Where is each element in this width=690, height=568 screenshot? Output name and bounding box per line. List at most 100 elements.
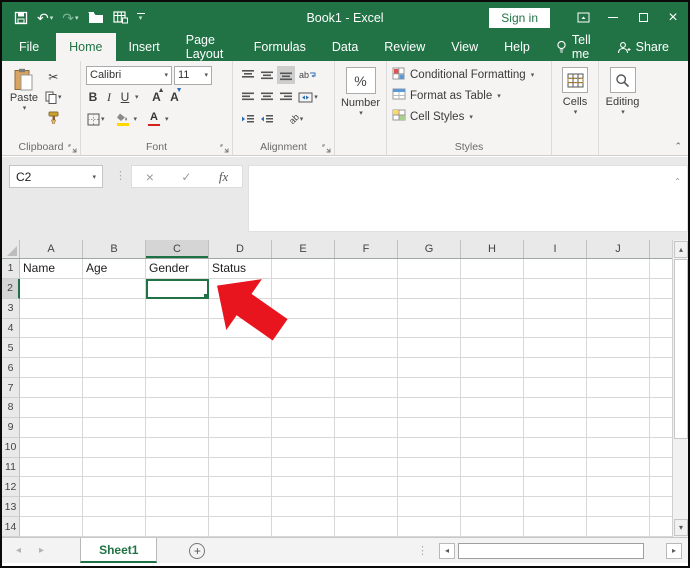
- row-header-12[interactable]: 12: [2, 477, 20, 498]
- paste-button[interactable]: Paste ▾: [4, 64, 44, 140]
- cell-D11[interactable]: [209, 457, 272, 478]
- cell-partial-9[interactable]: [650, 418, 674, 438]
- column-header-D[interactable]: D: [209, 240, 272, 258]
- cell-partial-2[interactable]: [650, 279, 674, 299]
- cell-partial-7[interactable]: [650, 378, 674, 399]
- cell-I14[interactable]: [524, 517, 587, 538]
- cell-partial-10[interactable]: [650, 438, 674, 458]
- cell-H1[interactable]: [461, 259, 524, 279]
- cell-J4[interactable]: [587, 318, 650, 339]
- cell-J13[interactable]: [587, 497, 650, 518]
- column-header-I[interactable]: I: [524, 240, 587, 258]
- tab-data[interactable]: Data: [319, 33, 371, 61]
- tab-home[interactable]: Home: [56, 33, 116, 61]
- cell-G7[interactable]: [398, 378, 461, 399]
- cell-styles-button[interactable]: Cell Styles ▾: [392, 106, 549, 127]
- cell-A13[interactable]: [20, 497, 83, 518]
- increase-indent-button[interactable]: [258, 110, 276, 128]
- cell-B9[interactable]: [83, 417, 146, 438]
- cell-H8[interactable]: [461, 398, 524, 418]
- copy-button[interactable]: ▾: [44, 89, 63, 105]
- cell-B3[interactable]: [83, 298, 146, 319]
- cell-F13[interactable]: [335, 497, 398, 518]
- tab-insert[interactable]: Insert: [116, 33, 173, 61]
- middle-align-button[interactable]: [258, 66, 276, 84]
- orientation-button[interactable]: ab ▾: [283, 110, 309, 128]
- protect-workbook-button[interactable]: [112, 11, 128, 24]
- cell-J6[interactable]: [587, 358, 650, 379]
- tab-review[interactable]: Review: [371, 33, 438, 61]
- increase-font-button[interactable]: A ▲: [149, 87, 164, 105]
- cell-H14[interactable]: [461, 517, 524, 538]
- scroll-up-button[interactable]: ▴: [674, 241, 688, 258]
- cell-C11[interactable]: [146, 457, 209, 478]
- column-header-G[interactable]: G: [398, 240, 461, 258]
- vertical-scroll-thumb[interactable]: [674, 259, 688, 439]
- cell-C1[interactable]: Gender: [146, 259, 209, 279]
- row-header-2[interactable]: 2: [2, 278, 20, 299]
- cell-F1[interactable]: [335, 259, 398, 279]
- cell-H5[interactable]: [461, 338, 524, 359]
- cell-B8[interactable]: [83, 398, 146, 418]
- cell-I13[interactable]: [524, 497, 587, 518]
- cell-H10[interactable]: [461, 437, 524, 458]
- cell-F8[interactable]: [335, 398, 398, 418]
- cell-E9[interactable]: [272, 417, 335, 438]
- vertical-scrollbar[interactable]: ▴ ▾: [672, 240, 688, 537]
- cell-D14[interactable]: [209, 517, 272, 538]
- column-header-F[interactable]: F: [335, 240, 398, 258]
- cell-I1[interactable]: [524, 259, 587, 279]
- row-header-9[interactable]: 9: [2, 417, 20, 438]
- collapse-ribbon-button[interactable]: ⌃: [674, 141, 682, 152]
- horizontal-scroll-track[interactable]: [644, 543, 666, 559]
- tab-view[interactable]: View: [438, 33, 491, 61]
- cell-I7[interactable]: [524, 378, 587, 399]
- cell-B7[interactable]: [83, 378, 146, 399]
- cell-partial-13[interactable]: [650, 497, 674, 518]
- cell-H11[interactable]: [461, 457, 524, 478]
- cell-B10[interactable]: [83, 437, 146, 458]
- cell-H9[interactable]: [461, 417, 524, 438]
- tab-help[interactable]: Help: [491, 33, 543, 61]
- close-button[interactable]: ×: [658, 2, 688, 33]
- cell-A1[interactable]: Name: [20, 259, 83, 279]
- align-right-button[interactable]: [277, 88, 295, 106]
- cell-C4[interactable]: [146, 318, 209, 339]
- row-header-5[interactable]: 5: [2, 338, 20, 359]
- clipboard-dialog-launcher[interactable]: [68, 144, 77, 153]
- cell-E13[interactable]: [272, 497, 335, 518]
- row-header-13[interactable]: 13: [2, 497, 20, 518]
- cells-button[interactable]: [562, 67, 588, 93]
- cell-G1[interactable]: [398, 259, 461, 279]
- cell-J2[interactable]: [587, 278, 650, 299]
- cell-J7[interactable]: [587, 378, 650, 399]
- cell-A12[interactable]: [20, 477, 83, 498]
- row-header-3[interactable]: 3: [2, 298, 20, 319]
- conditional-formatting-button[interactable]: Conditional Formatting ▾: [392, 64, 549, 85]
- cell-C10[interactable]: [146, 437, 209, 458]
- cell-I12[interactable]: [524, 477, 587, 498]
- cell-J3[interactable]: [587, 298, 650, 319]
- cell-C5[interactable]: [146, 338, 209, 359]
- cell-partial-5[interactable]: [650, 338, 674, 359]
- row-header-14[interactable]: 14: [2, 517, 20, 538]
- cell-E8[interactable]: [272, 398, 335, 418]
- horizontal-scrollbar[interactable]: ◂ ▸: [439, 542, 682, 559]
- select-all-corner[interactable]: [2, 240, 20, 258]
- number-dropdown[interactable]: ▾: [359, 109, 363, 117]
- cell-H7[interactable]: [461, 378, 524, 399]
- cell-partial-3[interactable]: [650, 299, 674, 319]
- cell-I11[interactable]: [524, 457, 587, 478]
- scroll-right-button[interactable]: ▸: [666, 542, 682, 559]
- cell-F11[interactable]: [335, 457, 398, 478]
- underline-dropdown[interactable]: ▾: [135, 93, 139, 101]
- cell-B14[interactable]: [83, 517, 146, 538]
- cell-A5[interactable]: [20, 338, 83, 359]
- cell-G8[interactable]: [398, 398, 461, 418]
- percent-style-button[interactable]: %: [345, 67, 376, 94]
- cells-dropdown[interactable]: ▾: [574, 108, 578, 116]
- italic-button[interactable]: I: [102, 89, 116, 106]
- tab-file[interactable]: File: [2, 33, 56, 61]
- sheet-nav-right-button[interactable]: ▸: [39, 545, 44, 556]
- cell-D7[interactable]: [209, 378, 272, 399]
